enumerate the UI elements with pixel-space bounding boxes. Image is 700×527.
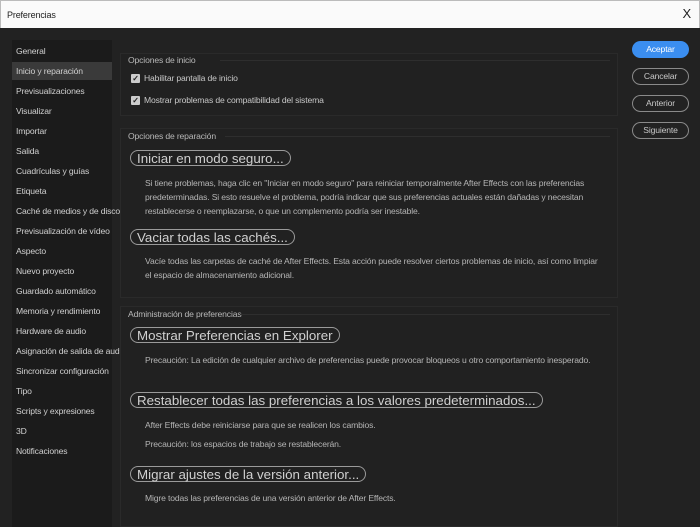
sidebar-item[interactable]: Etiqueta xyxy=(12,182,112,200)
sidebar-item[interactable]: Hardware de audio xyxy=(12,322,112,340)
checkbox-label: Mostrar problemas de compatibilidad del … xyxy=(144,95,324,105)
previous-button[interactable]: Anterior xyxy=(632,95,689,112)
show-prefs-button[interactable]: Mostrar Preferencias en Explorer xyxy=(130,327,340,343)
cancel-button[interactable]: Cancelar xyxy=(632,68,689,85)
divider xyxy=(240,314,610,315)
safe-mode-description: Si tiene problemas, haga clic en "Inicia… xyxy=(145,178,585,216)
title-bar: Preferencias X xyxy=(0,0,700,28)
sidebar-item[interactable]: Cuadrículas y guías xyxy=(12,162,112,180)
sidebar-item[interactable]: Notificaciones xyxy=(12,442,112,460)
checkbox-checked-icon: ✓ xyxy=(131,95,140,105)
checkbox-checked-icon: ✓ xyxy=(131,73,140,83)
divider xyxy=(220,60,610,61)
ok-button[interactable]: Aceptar xyxy=(632,41,689,58)
reset-warning: Precaución: los espacios de trabajo se r… xyxy=(145,439,342,449)
sidebar-item[interactable]: Nuevo proyecto xyxy=(12,262,112,280)
sidebar-item[interactable]: Visualizar xyxy=(12,102,112,120)
migrate-description: Migre todas las preferencias de una vers… xyxy=(145,493,396,503)
reset-prefs-button[interactable]: Restablecer todas las preferencias a los… xyxy=(130,392,543,408)
sidebar-item[interactable]: Scripts y expresiones xyxy=(12,402,112,420)
checkbox-label: Habilitar pantalla de inicio xyxy=(144,73,238,83)
show-compat-checkbox[interactable]: ✓ Mostrar problemas de compatibilidad del… xyxy=(131,95,324,105)
sidebar-item[interactable]: General xyxy=(12,42,112,60)
startup-heading: Opciones de inicio xyxy=(128,55,196,65)
sidebar-item[interactable]: Aspecto xyxy=(12,242,112,260)
sidebar-item[interactable]: Asignación de salida de audio xyxy=(12,342,126,360)
sidebar-item[interactable]: Guardado automático xyxy=(12,282,112,300)
prefs-heading: Administración de preferencias xyxy=(128,309,242,319)
sidebar-item[interactable]: Previsualización de vídeo xyxy=(12,222,112,240)
sidebar-item[interactable]: Sincronizar configuración xyxy=(12,362,112,380)
sidebar-item[interactable]: Inicio y reparación xyxy=(12,62,112,80)
window-title: Preferencias xyxy=(7,10,56,20)
enable-start-screen-checkbox[interactable]: ✓ Habilitar pantalla de inicio xyxy=(131,73,238,83)
sidebar-item[interactable]: Memoria y rendimiento xyxy=(12,302,112,320)
reset-description: After Effects debe reiniciarse para que … xyxy=(145,420,376,430)
sidebar-item[interactable]: Caché de medios y de disco xyxy=(12,202,120,220)
sidebar-item[interactable]: 3D xyxy=(12,422,112,440)
sidebar-item[interactable]: Salida xyxy=(12,142,112,160)
close-icon[interactable]: X xyxy=(682,6,691,21)
sidebar-item[interactable]: Previsualizaciones xyxy=(12,82,112,100)
clear-cache-button[interactable]: Vaciar todas las cachés... xyxy=(130,229,295,245)
clear-cache-description: Vacíe todas las carpetas de caché de Aft… xyxy=(145,256,598,280)
sidebar-item[interactable]: Importar xyxy=(12,122,112,140)
safe-mode-button[interactable]: Iniciar en modo seguro... xyxy=(130,150,291,166)
sidebar-item[interactable]: Tipo xyxy=(12,382,112,400)
repair-heading: Opciones de reparación xyxy=(128,131,216,141)
show-prefs-description: Precaución: La edición de cualquier arch… xyxy=(145,355,591,365)
migrate-button[interactable]: Migrar ajustes de la versión anterior... xyxy=(130,466,367,482)
divider xyxy=(225,136,610,137)
next-button[interactable]: Siguiente xyxy=(632,122,689,139)
sidebar: General Inicio y reparación Previsualizaci… xyxy=(12,40,126,527)
